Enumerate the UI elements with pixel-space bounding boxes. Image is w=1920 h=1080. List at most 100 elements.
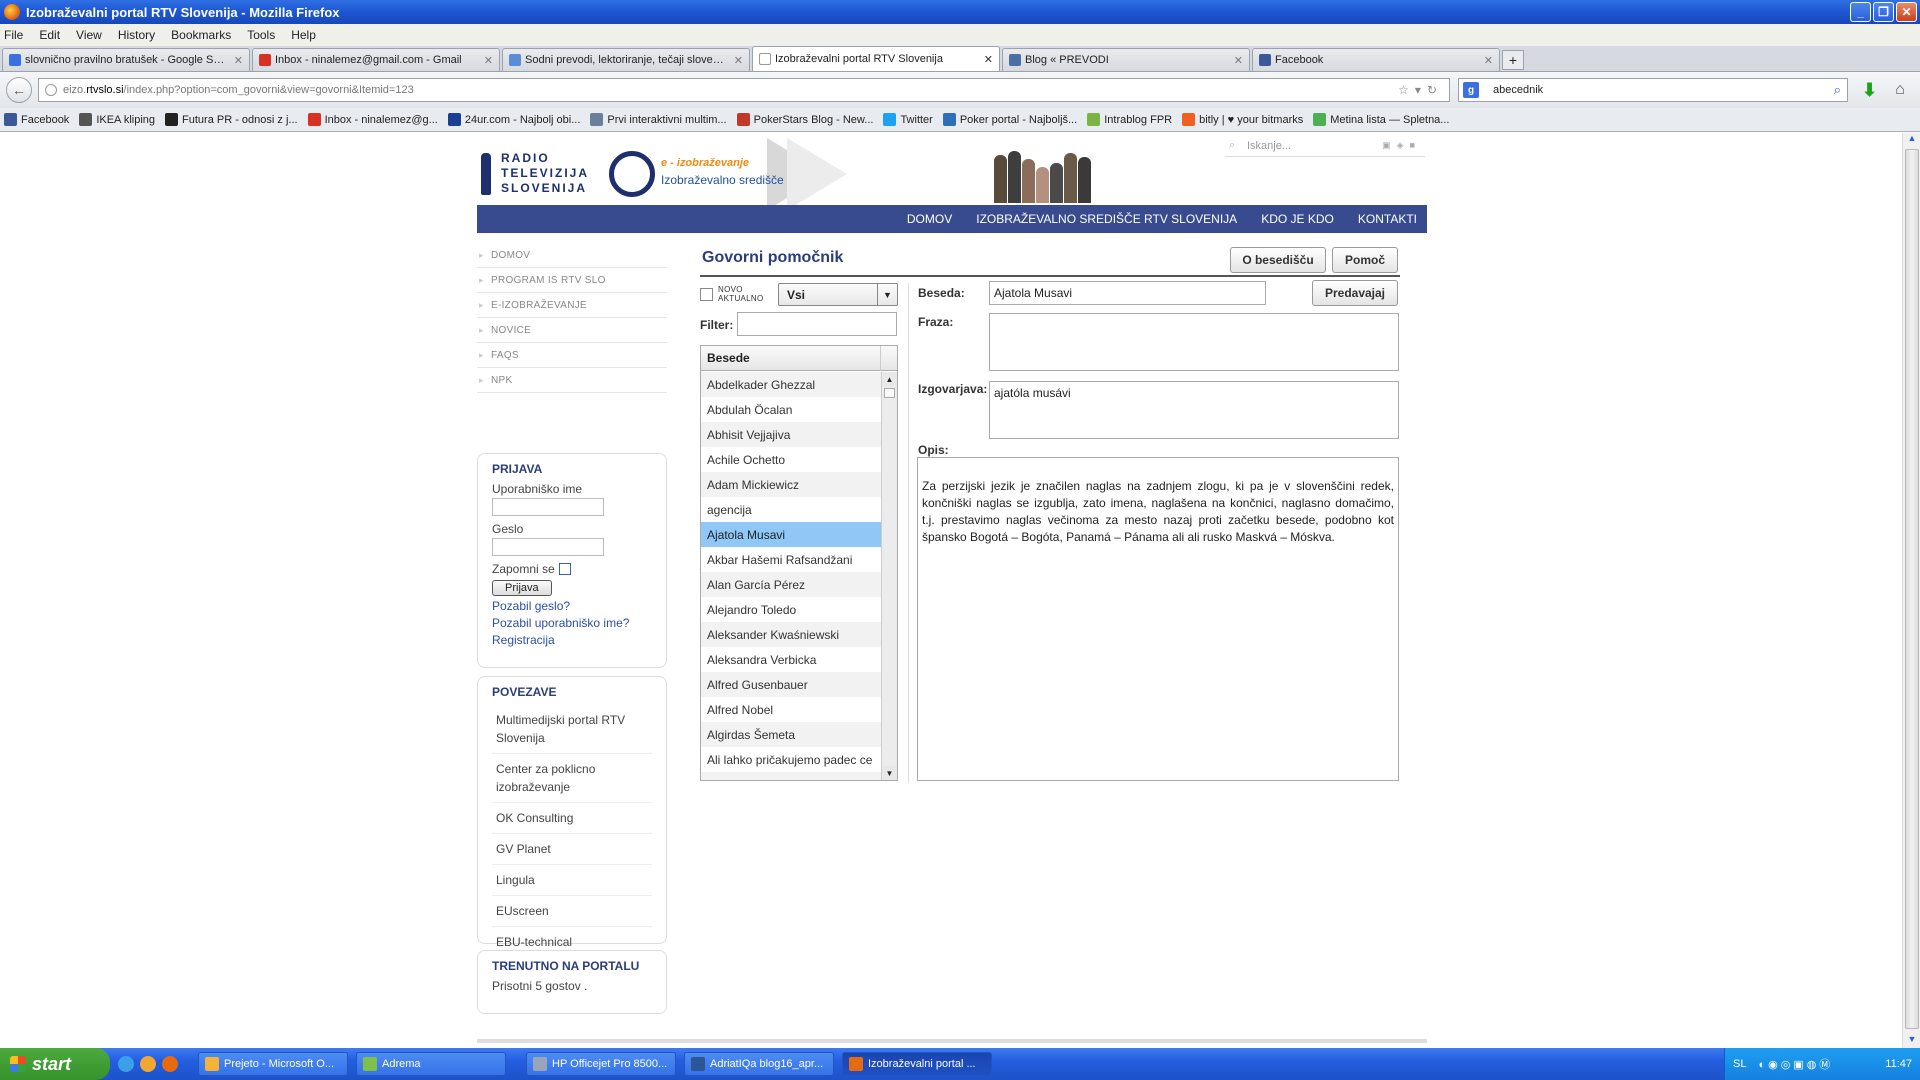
site-tools-icons[interactable]: ▣◈■ (1382, 140, 1421, 151)
nav-domov[interactable]: DOMOV (907, 212, 952, 226)
back-button[interactable]: ← (6, 77, 32, 103)
tab-close-icon[interactable]: ✕ (734, 54, 743, 67)
category-select[interactable]: Vsi ▼ (778, 283, 898, 306)
menu-file[interactable]: File (4, 28, 23, 42)
menu-history[interactable]: History (118, 28, 155, 42)
link-item[interactable]: Multimedijski portal RTV Slovenija (492, 705, 652, 754)
left-menu-e-izobrazevanje[interactable]: E-IZOBRAŽEVANJE (477, 293, 667, 318)
list-item[interactable]: Ajatola Musavi (701, 522, 881, 547)
list-item[interactable]: Alejandro Toledo (701, 597, 881, 622)
task-hp-officejet[interactable]: HP Officejet Pro 8500... (526, 1052, 676, 1076)
scroll-up-icon[interactable]: ▲ (1903, 133, 1920, 147)
bookmark-item[interactable]: Futura PR - odnosi z j... (165, 113, 298, 126)
bookmark-item[interactable]: Metina lista — Spletna... (1313, 113, 1449, 126)
tab-izobrazevalni-portal[interactable]: Izobraževalni portal RTV Slovenija ✕ (752, 46, 1000, 71)
nav-izobrazevalno-sredisce[interactable]: IZOBRAŽEVALNO SREDIŠČE RTV SLOVENIJA (976, 212, 1237, 226)
tab-google-search[interactable]: slovnično pravilno bratušek - Google Sea… (2, 48, 250, 71)
scroll-down-icon[interactable]: ▼ (1903, 1034, 1920, 1048)
tab-close-icon[interactable]: ✕ (1484, 54, 1493, 67)
bookmark-item[interactable]: Inbox - ninalemez@g... (307, 113, 438, 126)
new-tab-button[interactable]: + (1502, 50, 1524, 70)
list-item[interactable]: Alfred Nobel (701, 697, 881, 722)
language-indicator[interactable]: SL (1733, 1058, 1746, 1070)
register-link[interactable]: Registracija (492, 633, 652, 647)
remember-checkbox[interactable] (558, 563, 571, 575)
opis-textarea[interactable]: Za perzijski jezik je značilen naglas na… (917, 457, 1399, 781)
address-bar[interactable]: eizo. rtvslo.si/index.php?option=com_govo… (38, 78, 1450, 102)
bookmark-item[interactable]: Facebook (4, 113, 69, 126)
task-word-document[interactable]: AdriatIQa blog16_apr... (684, 1052, 834, 1076)
list-item[interactable]: Aleksandra Verbicka (701, 647, 881, 672)
list-item[interactable]: Achile Ochetto (701, 447, 881, 472)
bookmark-item[interactable]: IKEA kliping (79, 113, 155, 126)
list-item[interactable]: Abhisit Vejjajiva (701, 422, 881, 447)
messenger-icon[interactable] (140, 1056, 156, 1072)
words-list-scrollbar[interactable]: ▲ ▼ (881, 372, 897, 780)
about-vocabulary-button[interactable]: O besedišču (1230, 247, 1326, 273)
help-button[interactable]: Pomoč (1332, 247, 1398, 273)
site-search-input[interactable]: ⌕ Iskanje... ▣◈■ (1225, 135, 1425, 157)
login-button[interactable]: Prijava (492, 580, 552, 596)
link-item[interactable]: GV Planet (492, 834, 652, 865)
list-item[interactable]: agencija (701, 497, 881, 522)
download-icon[interactable]: ⬇ (1862, 80, 1877, 101)
left-menu-domov[interactable]: DOMOV (477, 243, 667, 268)
task-firefox[interactable]: Izobraževalni portal ... (842, 1052, 992, 1076)
bookmark-item[interactable]: Prvi interaktivni multim... (590, 113, 727, 126)
list-item[interactable]: Abdulah Öcalan (701, 397, 881, 422)
scroll-thumb[interactable] (1905, 149, 1919, 1029)
link-item[interactable]: EUscreen (492, 896, 652, 927)
maximize-button[interactable]: ❐ (1873, 2, 1894, 22)
bookmark-item[interactable]: bitly | ♥ your bitmarks (1182, 113, 1303, 126)
search-bar[interactable]: g abecednik ⌕ (1458, 78, 1848, 102)
left-menu-novice[interactable]: NOVICE (477, 318, 667, 343)
tab-gmail[interactable]: Inbox - ninalemez@gmail.com - Gmail ✕ (252, 48, 500, 71)
nav-kontakti[interactable]: KONTAKTI (1358, 212, 1417, 226)
minimize-button[interactable]: _ (1850, 2, 1871, 22)
bookmark-item[interactable]: Poker portal - Najboljš... (942, 113, 1077, 126)
menu-help[interactable]: Help (291, 28, 316, 42)
tray-icons[interactable]: ◐◉◎▣◍Ⓜ (1758, 1056, 1885, 1072)
tab-sodni-prevodi[interactable]: Sodni prevodi, lektoriranje, tečaji slov… (502, 48, 750, 71)
left-menu-faqs[interactable]: FAQS (477, 343, 667, 368)
firefox-icon[interactable] (162, 1056, 178, 1072)
site-identity-icon[interactable] (45, 84, 57, 96)
home-icon[interactable]: ⌂ (1895, 81, 1905, 99)
list-item[interactable]: Adam Mickiewicz (701, 472, 881, 497)
forgot-username-link[interactable]: Pozabil uporabniško ime? (492, 616, 652, 630)
menu-edit[interactable]: Edit (39, 28, 60, 42)
filter-input[interactable] (737, 312, 897, 336)
tab-close-icon[interactable]: ✕ (234, 54, 243, 67)
list-item[interactable]: Alan García Pérez (701, 572, 881, 597)
list-item[interactable]: Abdelkader Ghezzal (701, 372, 881, 397)
ie-icon[interactable] (118, 1056, 134, 1072)
link-item[interactable]: Center za poklicno izobraževanje (492, 754, 652, 803)
scroll-thumb[interactable] (884, 388, 895, 398)
google-search-icon[interactable]: g (1463, 82, 1479, 98)
novo-checkbox[interactable] (700, 287, 713, 301)
fraza-textarea[interactable] (989, 313, 1399, 371)
scroll-down-icon[interactable]: ▼ (882, 766, 897, 780)
list-item[interactable]: Alfred Gusenbauer (701, 672, 881, 697)
play-button[interactable]: Predavajaj (1312, 280, 1398, 306)
left-menu-npk[interactable]: NPK (477, 368, 667, 393)
forgot-password-link[interactable]: Pozabil geslo? (492, 599, 652, 613)
nav-kdo-je-kdo[interactable]: KDO JE KDO (1261, 212, 1334, 226)
list-item[interactable]: Ali lahko pričakujemo padec ce (701, 747, 881, 772)
page-scrollbar[interactable]: ▲ ▼ (1902, 133, 1920, 1048)
list-item[interactable]: Ali Laridžani (701, 772, 881, 780)
tab-close-icon[interactable]: ✕ (1234, 54, 1243, 67)
task-adrema[interactable]: Adrema (356, 1052, 506, 1076)
menu-bookmarks[interactable]: Bookmarks (171, 28, 231, 42)
bookmark-item[interactable]: Twitter (883, 113, 933, 126)
password-input[interactable] (492, 538, 604, 556)
start-button[interactable]: start (0, 1048, 110, 1080)
menu-tools[interactable]: Tools (247, 28, 275, 42)
bookmark-item[interactable]: PokerStars Blog - New... (736, 113, 873, 126)
list-item[interactable]: Aleksander Kwaśniewski (701, 622, 881, 647)
link-item[interactable]: OK Consulting (492, 803, 652, 834)
bookmark-item[interactable]: 24ur.com - Najbolj obi... (447, 113, 580, 126)
beseda-input[interactable]: Ajatola Musavi (989, 281, 1266, 305)
list-item[interactable]: Algirdas Šemeta (701, 722, 881, 747)
eizo-logo[interactable]: e - izobraževanje Izobraževalno središče (609, 151, 909, 199)
